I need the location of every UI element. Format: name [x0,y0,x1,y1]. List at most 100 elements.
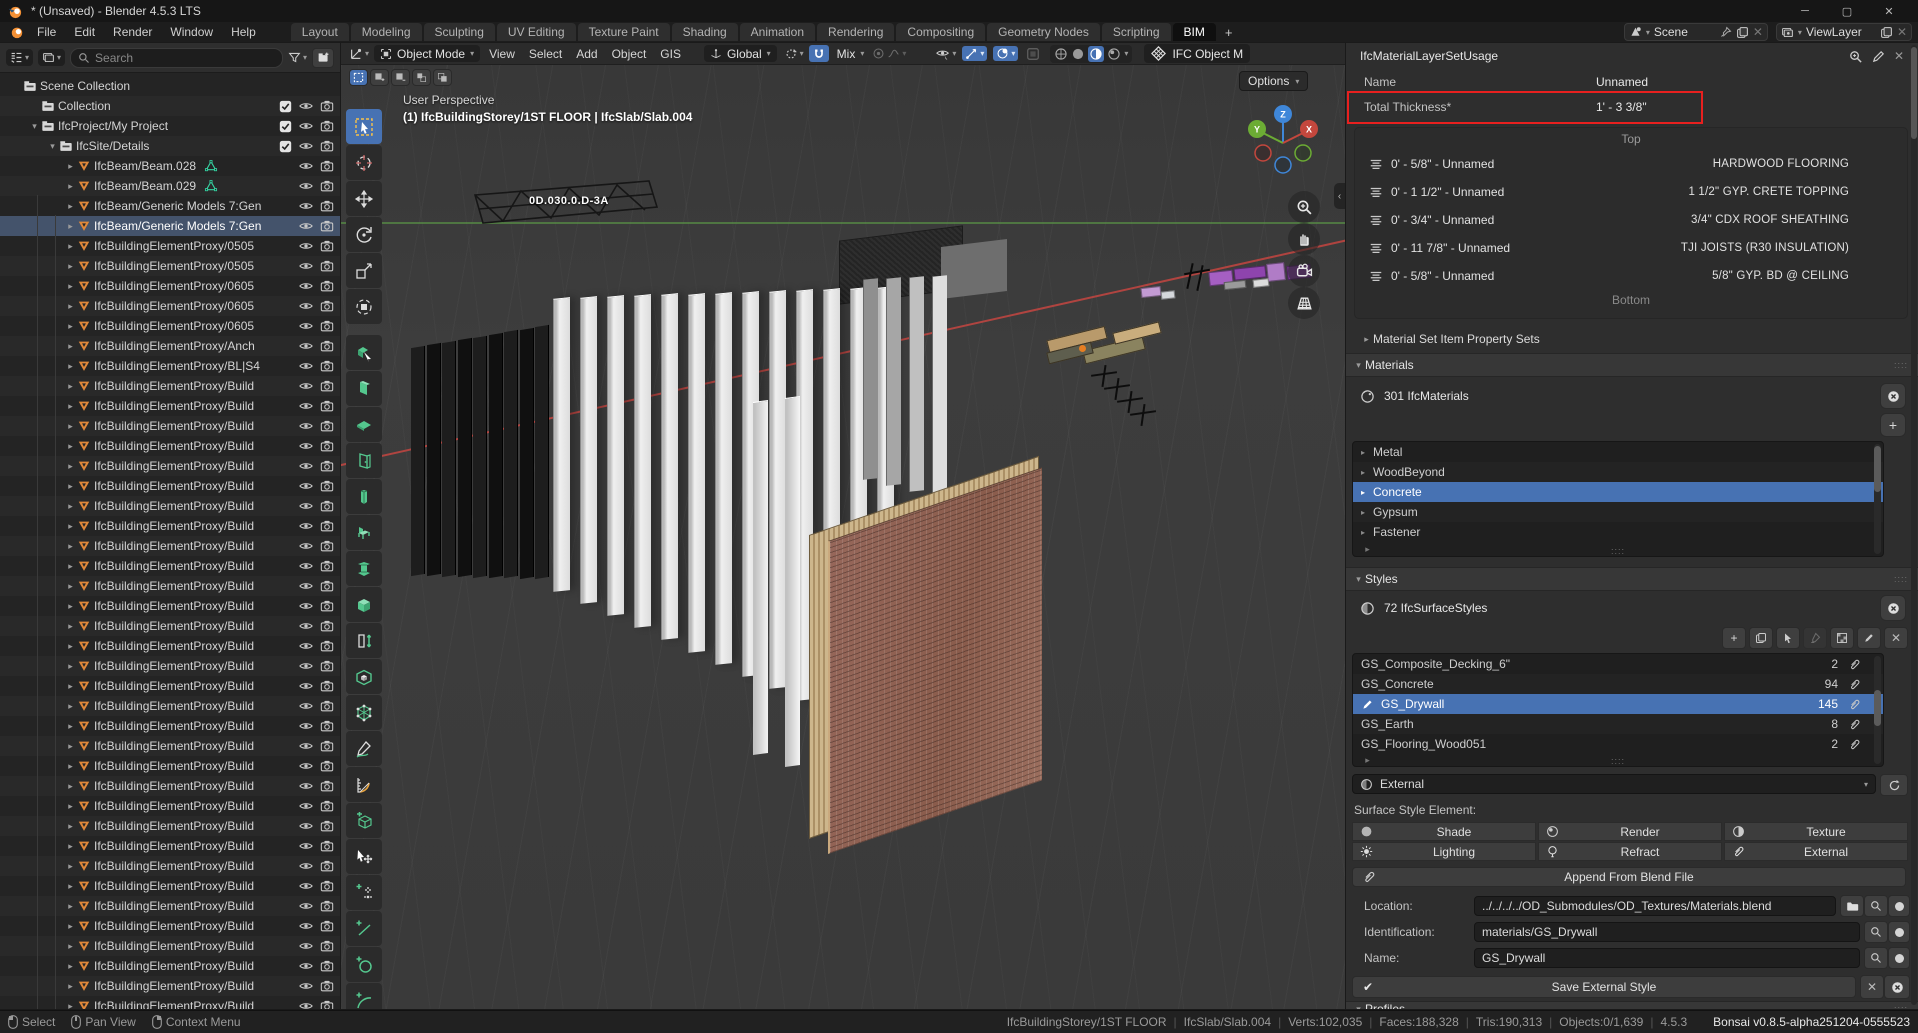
wireframe-shading-icon[interactable] [1054,47,1068,61]
expand-arrow[interactable]: ▸ [64,241,77,252]
expand-arrow[interactable]: ▸ [64,521,77,532]
eye-toggle[interactable] [299,119,313,133]
eye-icon[interactable] [299,979,313,993]
outliner-row[interactable]: ▸IfcBuildingElementProxy/Build [0,976,340,996]
outliner-row[interactable]: ▸IfcBuildingElementProxy/Build [0,616,340,636]
tool-bim-measure[interactable] [346,767,382,802]
surface-element-shade-button[interactable]: Shade [1352,822,1536,841]
camera-toggle-icon[interactable] [320,859,334,873]
outliner-row[interactable]: ▸IfcBeam/Generic Models 7:Gen [0,216,340,236]
snap-with-selector[interactable]: Mix ▾ [831,45,871,62]
eye-toggle[interactable] [299,659,313,673]
tab-rendering[interactable]: Rendering [817,23,894,41]
mode-selector[interactable]: Object Mode ▾ [374,45,480,62]
cam-toggle[interactable] [320,199,334,213]
sidebar-collapse-arrow[interactable]: ‹ [1334,183,1345,209]
unlink-materials-button[interactable] [1880,383,1906,409]
filter-button[interactable]: ▾ [288,51,307,64]
outliner-row[interactable]: ▸IfcBuildingElementProxy/Build [0,456,340,476]
properties-scrollbar[interactable] [1911,45,1917,1005]
camera-toggle-icon[interactable] [320,559,334,573]
expand-arrow[interactable]: ▸ [64,441,77,452]
eye-icon[interactable] [299,659,313,673]
camera-toggle-icon[interactable] [320,799,334,813]
check-toggle[interactable] [279,140,292,153]
outliner-row[interactable]: ▸IfcBuildingElementProxy/Build [0,996,340,1009]
expand-arrow[interactable]: ▸ [1361,448,1365,457]
cam-toggle[interactable] [320,319,334,333]
expand-arrow[interactable]: ▸ [1361,488,1365,497]
eye-toggle[interactable] [299,279,313,293]
material-list-item[interactable]: ▸Gypsum [1353,502,1883,522]
expand-arrow[interactable]: ▸ [64,341,77,352]
new-viewlayer-icon[interactable] [1880,26,1893,39]
cam-toggle[interactable] [320,179,334,193]
eye-icon[interactable] [299,259,313,273]
outliner-row[interactable]: ▸IfcBuildingElementProxy/Build [0,556,340,576]
identification-search-button[interactable] [1864,921,1888,943]
material-layer-row[interactable]: 0' - 11 7/8" - UnnamedTJI JOISTS (R30 IN… [1355,234,1907,262]
cam-toggle[interactable] [320,279,334,293]
cam-toggle[interactable] [320,619,334,633]
expand-arrow[interactable]: ▸ [64,941,77,952]
cam-toggle[interactable] [320,939,334,953]
expand-arrow[interactable]: ▸ [64,161,77,172]
outliner-row[interactable]: ▸IfcBuildingElementProxy/Build [0,836,340,856]
outliner-row[interactable]: ▸IfcBuildingElementProxy/Build [0,376,340,396]
expand-arrow[interactable]: ▸ [64,541,77,552]
edit-pencil-icon[interactable] [1871,49,1886,64]
style-list-item[interactable]: GS_Drywall145 [1353,694,1883,714]
expand-arrow[interactable]: ▸ [64,801,77,812]
delete-style-button[interactable]: ✕ [1884,627,1908,649]
cam-toggle[interactable] [320,539,334,553]
eye-icon[interactable] [299,359,313,373]
cam-toggle[interactable] [320,879,334,893]
expand-arrow[interactable]: ▸ [64,501,77,512]
expand-arrow[interactable]: ▾ [28,121,41,132]
outliner-row[interactable]: Collection [0,96,340,116]
tool-bim-stretch[interactable] [346,623,382,658]
camera-toggle-icon[interactable] [320,199,334,213]
camera-toggle-icon[interactable] [320,579,334,593]
tool-bim-slab[interactable] [346,407,382,442]
camera-toggle-icon[interactable] [320,879,334,893]
profiles-section-header[interactable]: ▾ Profiles :::: [1346,1001,1918,1009]
outliner-row[interactable]: ▸IfcBuildingElementProxy/Build [0,776,340,796]
menu-edit[interactable]: Edit [65,23,104,41]
resize-handle[interactable]: :::: [1611,546,1625,556]
expand-arrow[interactable]: ▸ [64,201,77,212]
expand-arrow[interactable]: ▸ [64,361,77,372]
total-thickness-value[interactable]: 1' - 3 3/8" [1596,100,1647,114]
paperclip-icon[interactable] [1848,658,1861,671]
unlink-scene-icon[interactable]: ✕ [1753,25,1763,39]
menu-file[interactable]: File [28,23,65,41]
camera-toggle-icon[interactable] [320,419,334,433]
cam-toggle[interactable] [320,459,334,473]
add-style-button[interactable]: + [1722,627,1746,649]
tab-shading[interactable]: Shading [672,23,738,41]
tool-tweak-select[interactable] [346,109,382,144]
paint-style-button[interactable] [1803,627,1827,649]
check-toggle[interactable] [279,100,292,113]
eye-icon[interactable] [299,599,313,613]
camera-toggle-icon[interactable] [320,759,334,773]
camera-toggle-icon[interactable] [320,379,334,393]
cam-toggle[interactable] [320,119,334,133]
eye-icon[interactable] [299,799,313,813]
outliner-row[interactable]: ▸IfcBuildingElementProxy/Build [0,656,340,676]
snap-toggle-button[interactable] [809,45,829,62]
eye-icon[interactable] [299,899,313,913]
eye-toggle[interactable] [299,159,313,173]
expand-arrow[interactable]: ▸ [64,961,77,972]
outliner-row[interactable]: ▸IfcBuildingElementProxy/Build [0,676,340,696]
outliner-search-input[interactable]: Search [70,48,283,68]
eye-toggle[interactable] [299,379,313,393]
append-from-blend-button[interactable]: Append From Blend File [1352,867,1906,887]
cam-toggle[interactable] [320,959,334,973]
eye-icon[interactable] [299,859,313,873]
eye-icon[interactable] [299,179,313,193]
eye-icon[interactable] [299,279,313,293]
viewport-menu-view[interactable]: View [482,45,522,63]
outliner-row[interactable]: ▸IfcBeam/Generic Models 7:Gen [0,196,340,216]
cam-toggle[interactable] [320,819,334,833]
